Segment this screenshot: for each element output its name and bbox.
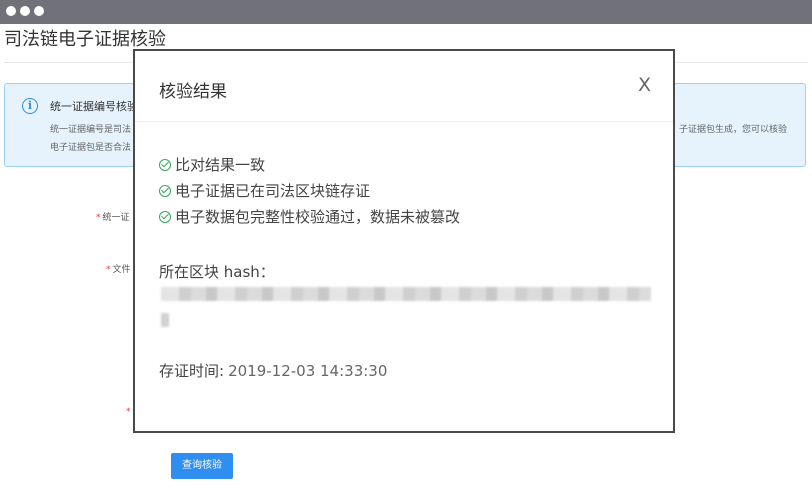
result-item-text: 比对结果一致: [175, 156, 266, 174]
query-verify-button[interactable]: 查询核验: [171, 453, 233, 479]
info-title: 统一证据编号核验: [50, 100, 138, 113]
file-label-text: 文件: [112, 265, 131, 275]
result-item-text: 电子证据已在司法区块链存证: [175, 182, 371, 200]
window-dot-icon[interactable]: [34, 6, 44, 16]
evidence-number-label: * 统一证: [96, 210, 130, 223]
required-mark: *: [106, 265, 111, 275]
block-hash-value-redacted: [161, 287, 651, 301]
close-icon[interactable]: X: [638, 76, 651, 95]
required-mark: *: [96, 213, 101, 223]
info-text-line2: 电子证据包是否合法: [50, 143, 132, 153]
check-circle-icon: [159, 210, 171, 223]
block-hash-value-redacted-tail: [161, 313, 169, 327]
result-item: 电子数据包完整性校验通过，数据未被篡改: [159, 206, 460, 227]
timestamp-label: 存证时间:: [159, 362, 225, 380]
result-item: 比对结果一致: [159, 154, 265, 175]
third-field-label: *: [126, 407, 133, 417]
required-mark: *: [126, 407, 131, 417]
check-circle-icon: [159, 184, 171, 197]
page-title: 司法链电子证据核验: [4, 29, 166, 50]
info-text-line1: 统一证据编号是司法: [50, 125, 132, 135]
modal-divider: [135, 121, 673, 122]
modal-title: 核验结果: [159, 82, 227, 102]
result-item-text: 电子数据包完整性校验通过，数据未被篡改: [175, 208, 461, 226]
block-hash-label: 所在区块 hash：: [159, 263, 275, 281]
result-item: 电子证据已在司法区块链存证: [159, 180, 370, 201]
timestamp-row: 存证时间: 2019-12-03 14:33:30: [159, 360, 387, 381]
window-controls: [6, 6, 44, 16]
check-circle-icon: [159, 158, 171, 171]
file-label: * 文件: [106, 262, 131, 275]
window-dot-icon[interactable]: [6, 6, 16, 16]
timestamp-value: 2019-12-03 14:33:30: [228, 362, 388, 380]
evidence-number-label-text: 统一证: [102, 213, 130, 223]
info-icon: i: [22, 98, 38, 114]
window-titlebar: [0, 0, 812, 24]
verification-result-modal: 核验结果 X 比对结果一致 电子证据已在司法区块链存证 电子数据包完整性校验通过…: [133, 49, 675, 433]
window-dot-icon[interactable]: [20, 6, 30, 16]
info-text-line1-right: 子证据包生成，您可以核验: [678, 125, 787, 135]
